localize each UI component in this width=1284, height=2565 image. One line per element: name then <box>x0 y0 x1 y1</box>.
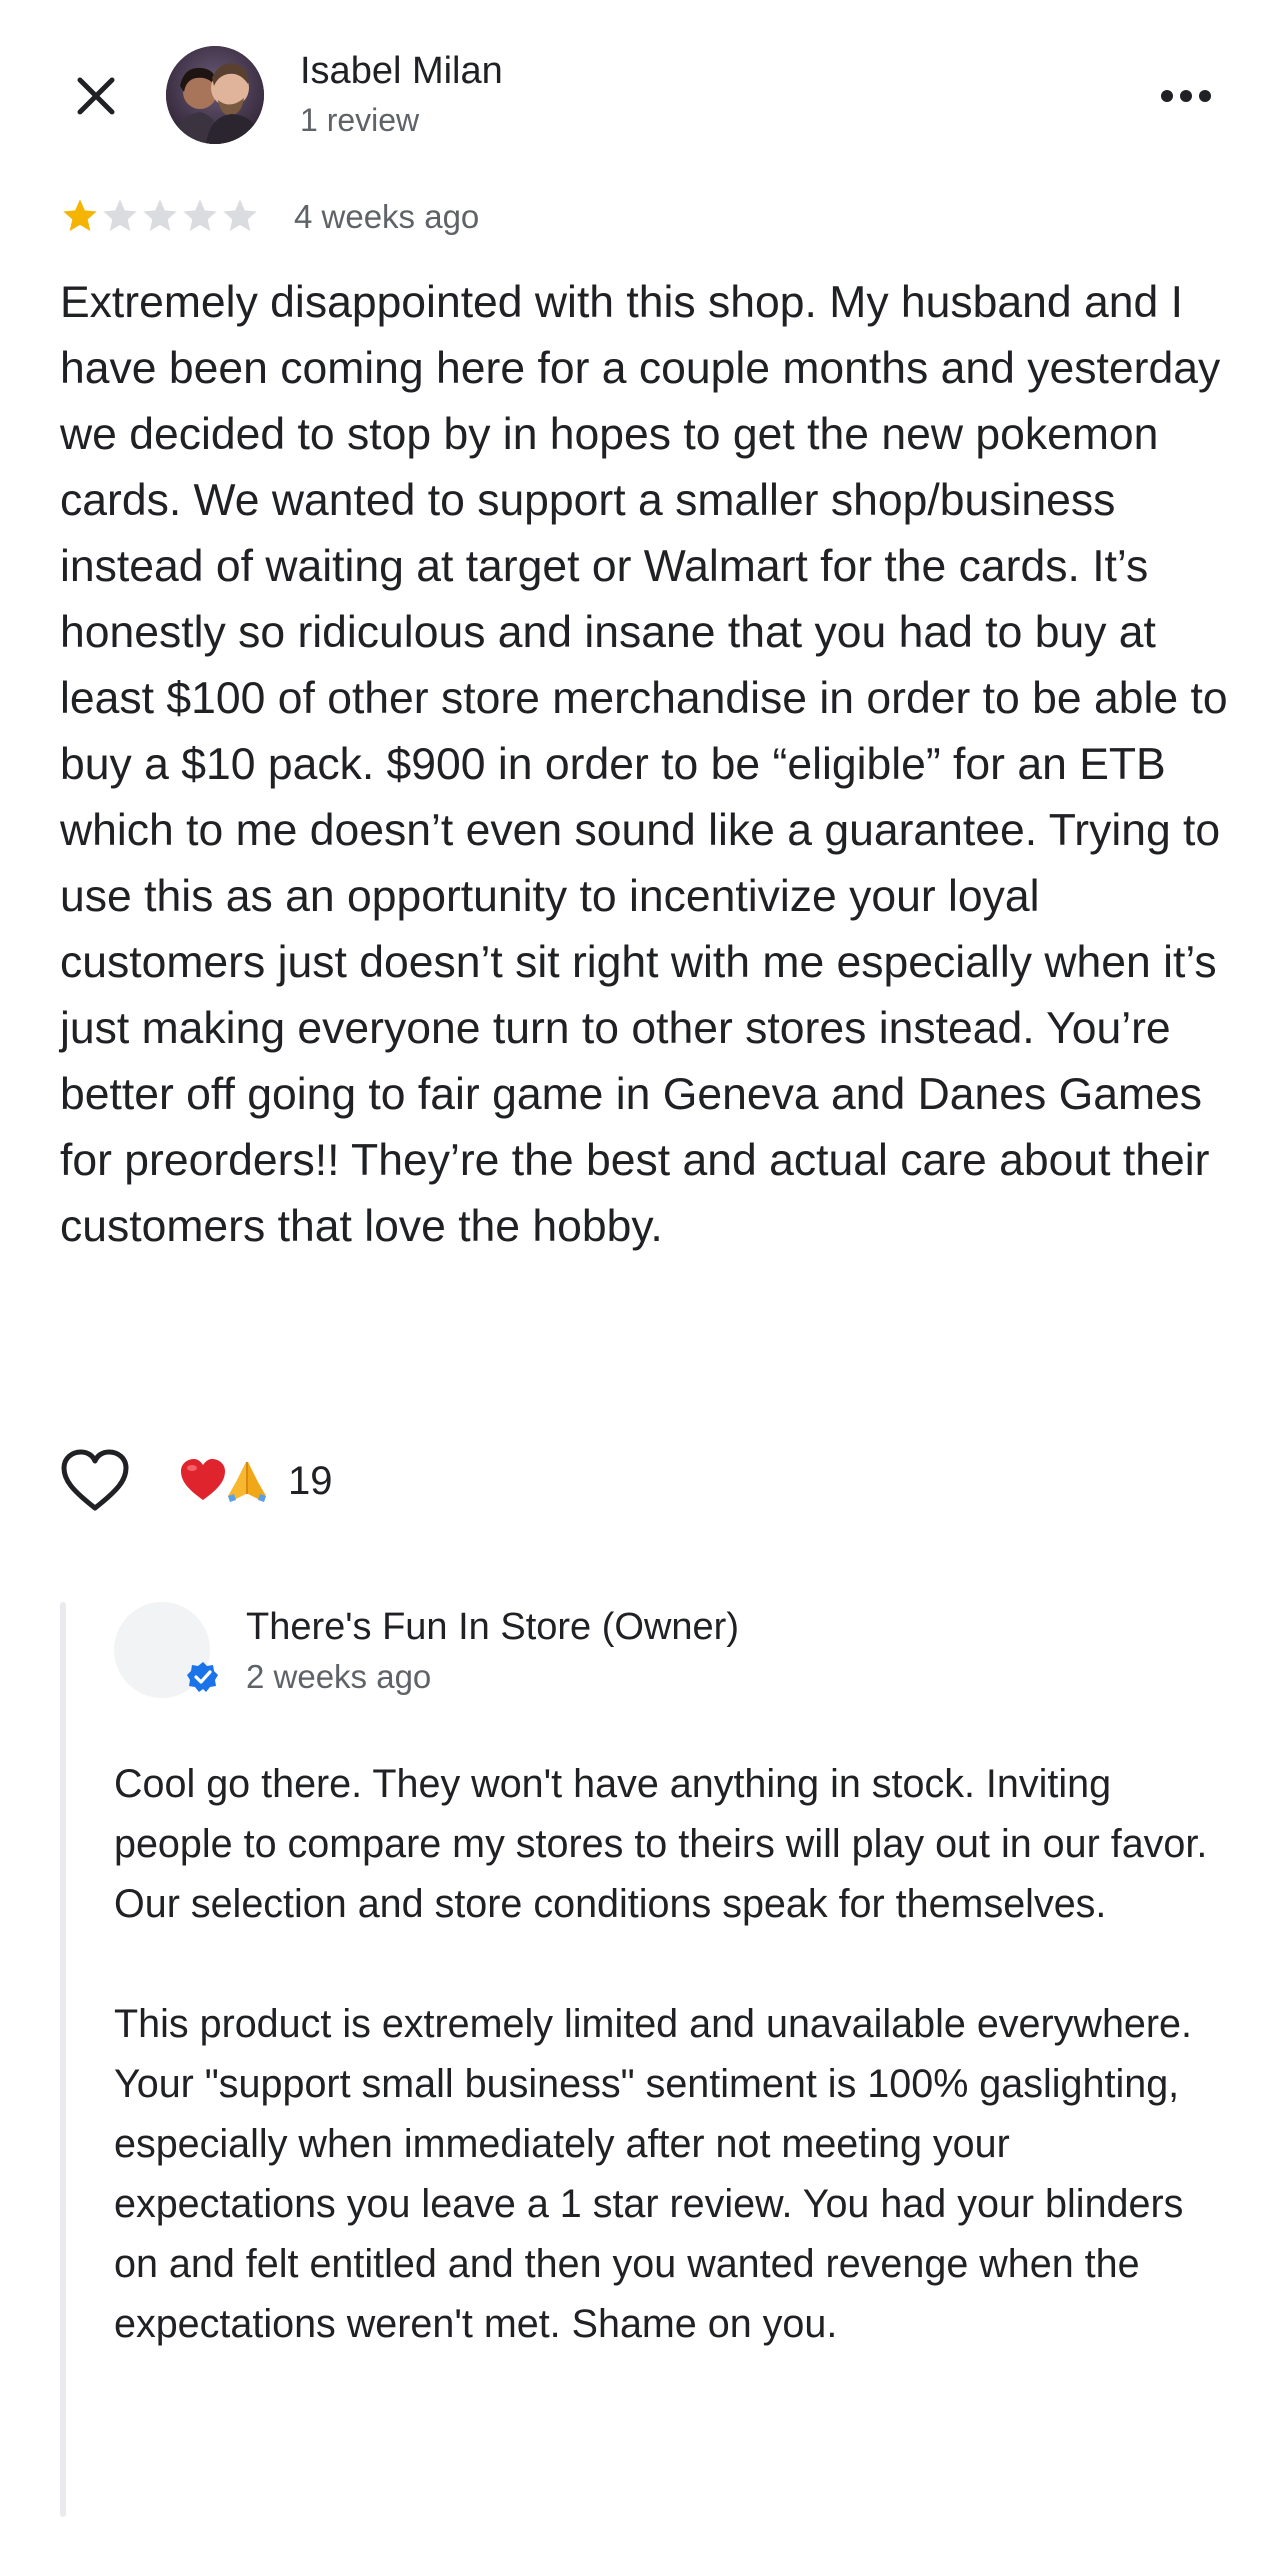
verified-badge-icon <box>187 1662 218 1692</box>
star-filled-icon <box>63 199 97 231</box>
star-empty-icon <box>143 199 177 231</box>
review-sheet: Isabel Milan 1 review 4 weeks ago Extrem… <box>0 0 1284 2565</box>
reactions-summary[interactable]: 19 <box>178 1452 333 1510</box>
heart-outline-icon <box>61 1449 129 1511</box>
reviewer-avatar[interactable] <box>166 46 264 144</box>
reviewer-name[interactable]: Isabel Milan <box>300 50 503 93</box>
star-empty-icon <box>223 199 257 231</box>
more-options-button[interactable] <box>1156 76 1216 116</box>
review-date: 4 weeks ago <box>294 198 480 235</box>
reviewer-photo <box>166 46 264 144</box>
owner-reply-text: Cool go there. They won't have anything … <box>114 1754 1234 2354</box>
more-horizontal-icon <box>1161 90 1211 102</box>
reply-paragraph: Cool go there. They won't have anything … <box>114 1762 1219 1926</box>
close-button[interactable] <box>60 60 132 132</box>
folded-hands-emoji <box>228 1462 266 1502</box>
close-icon <box>77 77 115 115</box>
reply-indent-bar <box>60 1602 66 2517</box>
star-rating <box>60 196 260 236</box>
reaction-count: 19 <box>288 1458 333 1503</box>
owner-name: There's Fun In Store (Owner) <box>246 1606 739 1648</box>
heart-emoji <box>181 1459 225 1500</box>
like-button[interactable] <box>60 1448 130 1514</box>
review-text: Extremely disappointed with this shop. M… <box>60 278 1240 1251</box>
reviewer-review-count: 1 review <box>300 102 420 138</box>
reply-paragraph: This product is extremely limited and un… <box>114 2002 1203 2346</box>
owner-reply-date: 2 weeks ago <box>246 1658 432 1695</box>
star-empty-icon <box>183 199 217 231</box>
star-empty-icon <box>103 199 137 231</box>
